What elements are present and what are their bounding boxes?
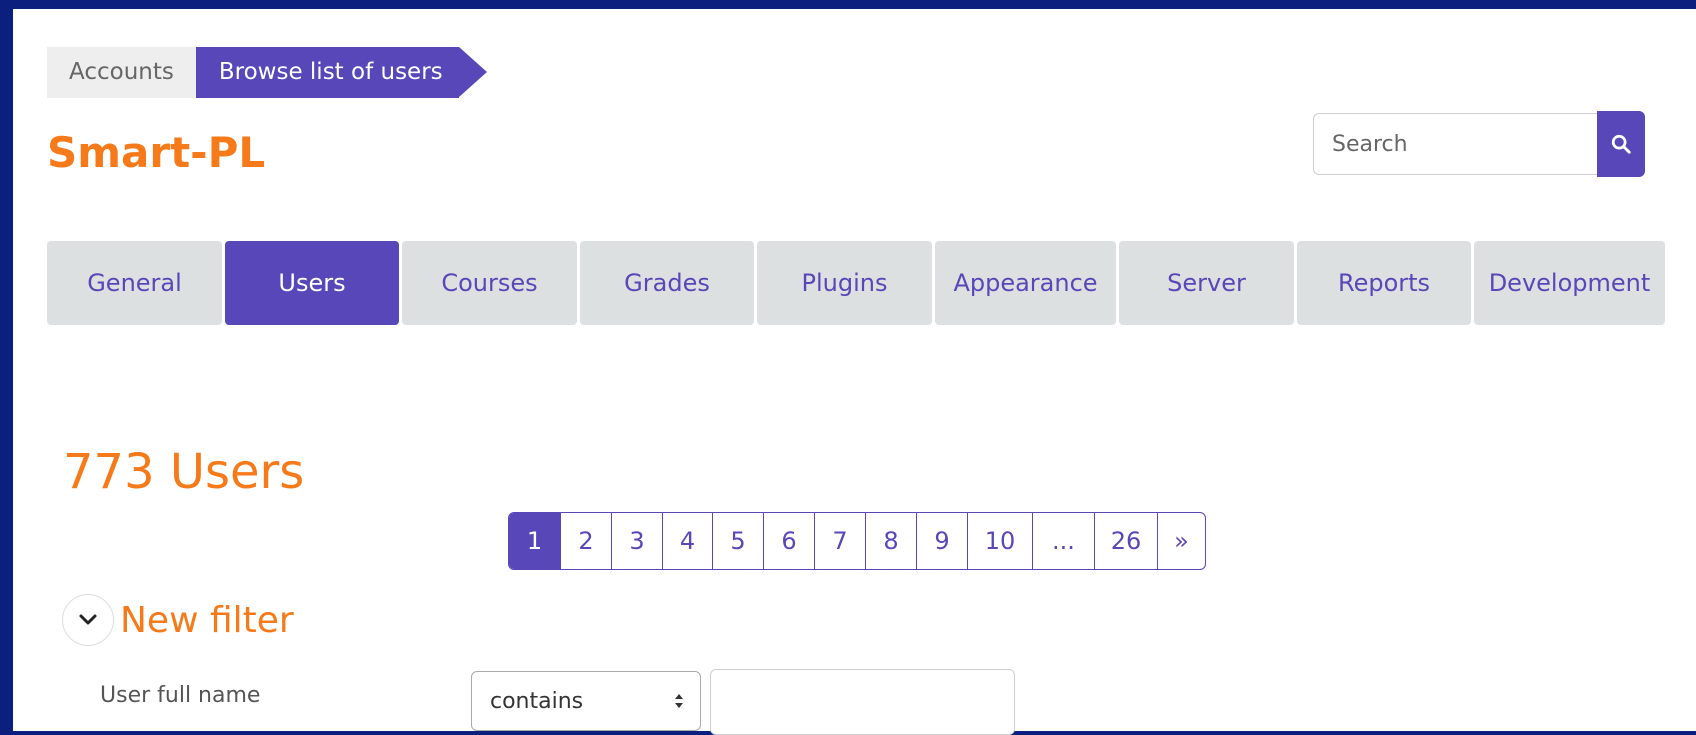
admin-tabs: General Users Courses Grades Plugins App… xyxy=(47,241,1665,325)
page-link[interactable]: 3 xyxy=(611,513,662,569)
filter-title: New filter xyxy=(120,599,294,641)
site-title[interactable]: Smart-PL xyxy=(47,127,265,179)
operator-select[interactable]: contains xyxy=(471,671,701,731)
page-link[interactable]: 8 xyxy=(865,513,916,569)
tab-grades[interactable]: Grades xyxy=(580,241,754,325)
tab-development[interactable]: Development xyxy=(1474,241,1665,325)
page-link[interactable]: 10 xyxy=(967,513,1032,569)
page-link[interactable]: 1 xyxy=(509,513,560,569)
operator-value: contains xyxy=(490,688,584,714)
page-link[interactable]: 2 xyxy=(560,513,611,569)
tab-courses[interactable]: Courses xyxy=(402,241,577,325)
breadcrumb-item-accounts[interactable]: Accounts xyxy=(47,47,196,98)
next-page-link[interactable]: » xyxy=(1157,513,1205,569)
page-link[interactable]: 7 xyxy=(814,513,865,569)
tab-plugins[interactable]: Plugins xyxy=(757,241,932,325)
chevron-down-icon xyxy=(79,614,97,625)
pagination: 1 2 3 4 5 6 7 8 9 10 ... 26 » xyxy=(508,512,1206,570)
page-link[interactable]: 4 xyxy=(662,513,712,569)
breadcrumb-item-browse-users[interactable]: Browse list of users xyxy=(195,47,487,98)
collapse-filter-button[interactable] xyxy=(62,594,114,646)
user-full-name-value-field[interactable] xyxy=(710,669,1015,735)
user-full-name-label: User full name xyxy=(100,683,261,708)
page-link[interactable]: 5 xyxy=(712,513,763,569)
search-icon xyxy=(1611,134,1631,154)
breadcrumb: Accounts Browse list of users xyxy=(47,47,487,98)
tab-users[interactable]: Users xyxy=(225,241,399,325)
tab-general[interactable]: General xyxy=(47,241,222,325)
tab-appearance[interactable]: Appearance xyxy=(935,241,1116,325)
page-frame: Accounts Browse list of users Smart-PL G… xyxy=(13,9,1696,735)
search-input[interactable] xyxy=(1313,113,1597,175)
search-form xyxy=(1313,111,1645,177)
search-button[interactable] xyxy=(1597,111,1645,177)
users-count-heading: 773 Users xyxy=(63,444,305,500)
tab-reports[interactable]: Reports xyxy=(1297,241,1471,325)
filter-header: New filter xyxy=(62,594,294,646)
page-link[interactable]: 26 xyxy=(1094,513,1157,569)
page-ellipsis: ... xyxy=(1032,513,1094,569)
page-link[interactable]: 9 xyxy=(916,513,967,569)
page-link[interactable]: 6 xyxy=(763,513,814,569)
tab-server[interactable]: Server xyxy=(1119,241,1294,325)
select-arrows-icon xyxy=(675,694,683,708)
